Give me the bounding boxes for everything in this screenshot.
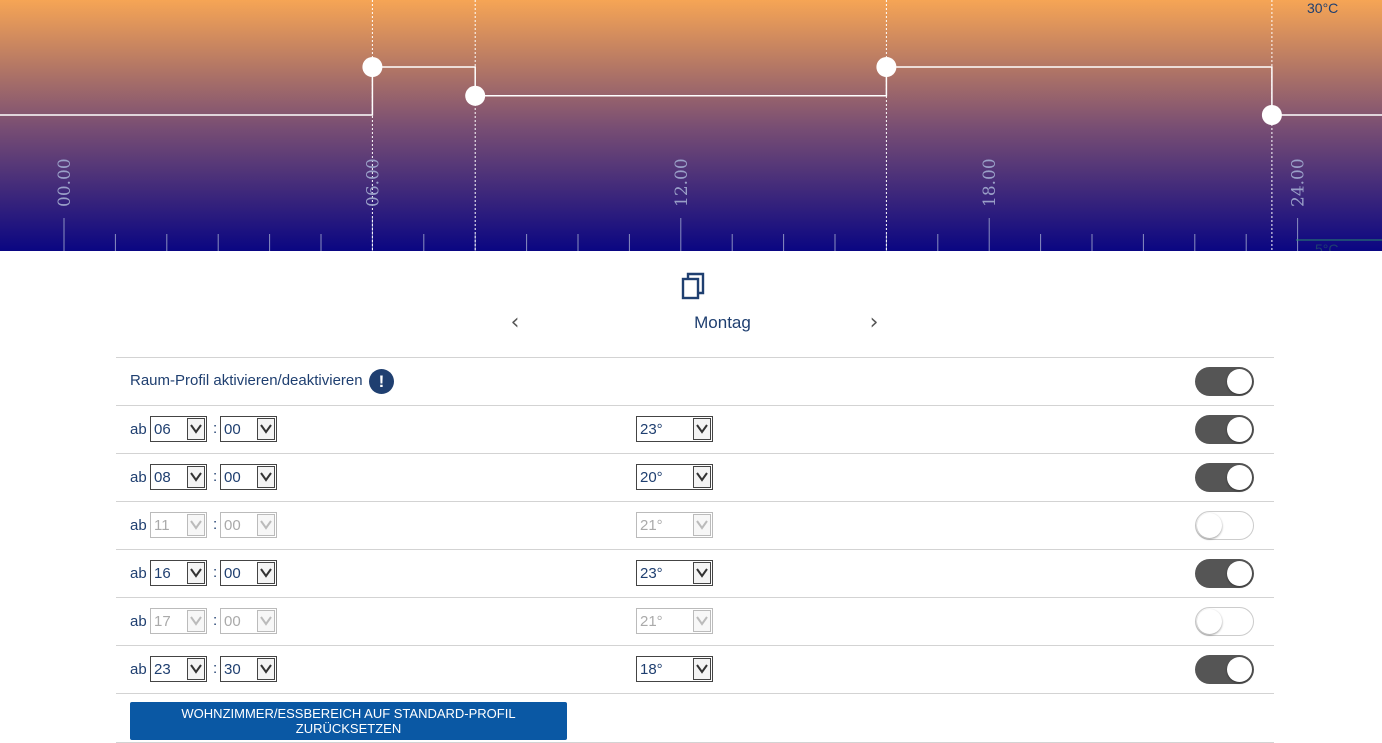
hour-tick-label: 12.00: [672, 158, 692, 207]
temperature-profile-chart[interactable]: 00.00 06.00 12.00 18.00 24.00 30°C 5°C: [0, 0, 1382, 251]
chevron-down-icon: [187, 418, 205, 440]
chevron-down-icon: [257, 658, 275, 680]
chevron-down-icon: [693, 658, 711, 680]
previous-day-button[interactable]: ‹: [503, 311, 527, 335]
temperature-select[interactable]: 23°: [636, 560, 713, 586]
hour-select[interactable]: 08: [150, 464, 207, 490]
temperature-select[interactable]: 23°: [636, 416, 713, 442]
chevron-down-icon: [693, 466, 711, 488]
ab-label: ab: [130, 421, 147, 438]
profile-point-handle[interactable]: [362, 57, 383, 77]
profile-point-handle[interactable]: [1261, 105, 1282, 125]
max-temp-label: 30°C: [1307, 0, 1338, 16]
profile-toggle[interactable]: [1195, 367, 1254, 396]
hour-select[interactable]: 06: [150, 416, 207, 442]
minute-select[interactable]: 00: [220, 608, 277, 634]
schedule-row: ab 17 : 00 21°: [116, 598, 1274, 646]
hour-tick-label: 06.00: [363, 158, 383, 207]
chevron-down-icon: [187, 610, 205, 632]
chevron-down-icon: [257, 562, 275, 584]
ab-label: ab: [130, 517, 147, 534]
profile-point-handle[interactable]: [876, 57, 897, 77]
day-label: Montag: [694, 313, 751, 332]
chevron-down-icon: [693, 610, 711, 632]
colon: :: [213, 468, 218, 485]
schedule-toggle[interactable]: [1195, 559, 1254, 588]
chevron-down-icon: [693, 418, 711, 440]
minute-select[interactable]: 00: [220, 464, 277, 490]
colon: :: [213, 516, 218, 533]
ab-label: ab: [130, 565, 147, 582]
chevron-down-icon: [187, 514, 205, 536]
hour-select[interactable]: 23: [150, 656, 207, 682]
minute-select[interactable]: 30: [220, 656, 277, 682]
temperature-select[interactable]: 21°: [636, 608, 713, 634]
schedule-row: ab 06 : 00 23°: [116, 406, 1274, 454]
ab-label: ab: [130, 661, 147, 678]
min-temp-label: 5°C: [1315, 241, 1339, 251]
chevron-down-icon: [257, 466, 275, 488]
chevron-down-icon: [693, 514, 711, 536]
schedule-row: ab 11 : 00 21°: [116, 502, 1274, 550]
hour-select[interactable]: 17: [150, 608, 207, 634]
schedule-row: ab 16 : 00 23°: [116, 550, 1274, 598]
ab-label: ab: [130, 613, 147, 630]
chevron-down-icon: [257, 610, 275, 632]
info-icon[interactable]: !: [369, 369, 394, 394]
chevron-down-icon: [187, 466, 205, 488]
minute-select[interactable]: 00: [220, 416, 277, 442]
schedule-toggle[interactable]: [1195, 655, 1254, 684]
schedule-toggle[interactable]: [1195, 415, 1254, 444]
profile-point-handle[interactable]: [465, 85, 486, 106]
reset-profile-button[interactable]: WOHNZIMMER/ESSBEREICH AUF STANDARD-PROFI…: [130, 702, 567, 740]
colon: :: [213, 564, 218, 581]
minute-select[interactable]: 00: [220, 560, 277, 586]
colon: :: [213, 612, 218, 629]
hour-select[interactable]: 16: [150, 560, 207, 586]
profile-row: Raum-Profil aktivieren/deaktivieren !: [116, 358, 1274, 406]
schedule-row: ab 08 : 00 20°: [116, 454, 1274, 502]
temperature-select[interactable]: 18°: [636, 656, 713, 682]
copy-icon[interactable]: [679, 270, 711, 302]
next-day-button[interactable]: ›: [862, 311, 886, 335]
schedule-row: ab 23 : 30 18°: [116, 646, 1274, 694]
temperature-select[interactable]: 21°: [636, 512, 713, 538]
profile-label: Raum-Profil aktivieren/deaktivieren: [130, 372, 363, 389]
hour-tick-label: 18.00: [980, 158, 1000, 207]
chevron-down-icon: [693, 562, 711, 584]
schedule-toggle[interactable]: [1195, 511, 1254, 540]
schedule-toggle[interactable]: [1195, 463, 1254, 492]
temperature-select[interactable]: 20°: [636, 464, 713, 490]
colon: :: [213, 660, 218, 677]
chevron-down-icon: [257, 418, 275, 440]
hour-tick-label: 00.00: [55, 158, 75, 207]
schedule-settings: Raum-Profil aktivieren/deaktivieren ! ab…: [116, 357, 1274, 694]
chevron-down-icon: [257, 514, 275, 536]
schedule-toggle[interactable]: [1195, 607, 1254, 636]
hour-tick-label: 24.00: [1289, 158, 1309, 207]
colon: :: [213, 420, 218, 437]
chevron-down-icon: [187, 562, 205, 584]
ab-label: ab: [130, 469, 147, 486]
minute-select[interactable]: 00: [220, 512, 277, 538]
hour-select[interactable]: 11: [150, 512, 207, 538]
chevron-down-icon: [187, 658, 205, 680]
